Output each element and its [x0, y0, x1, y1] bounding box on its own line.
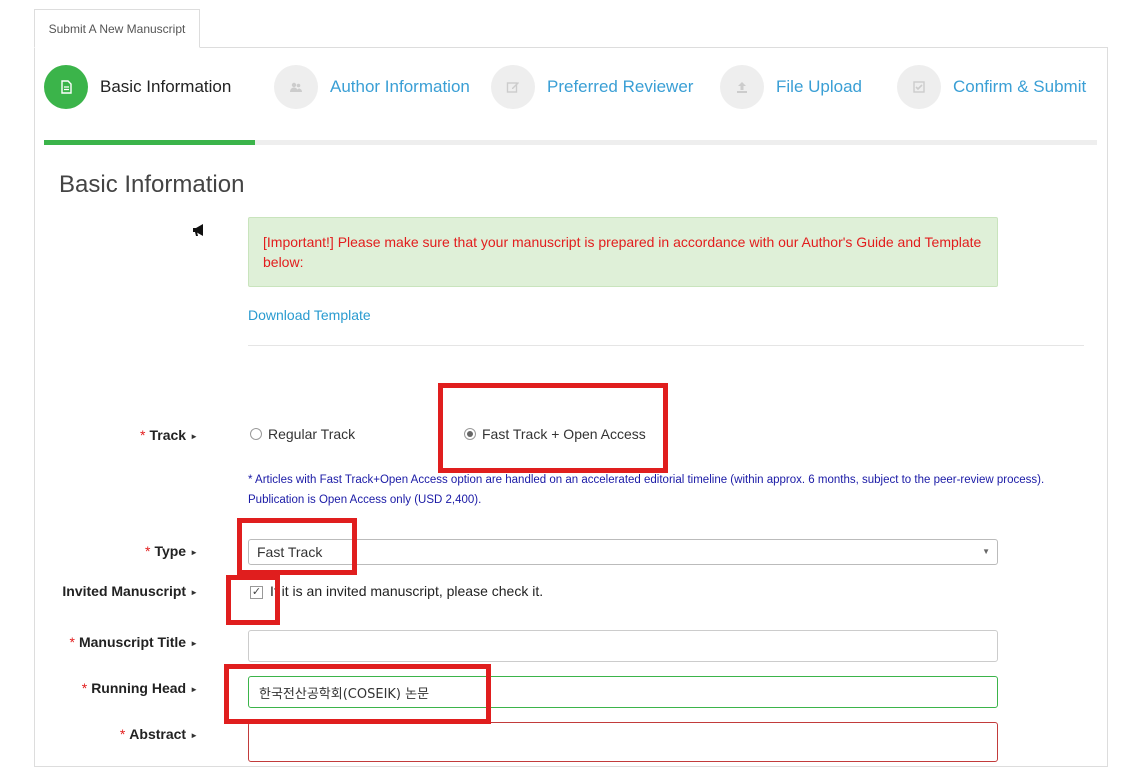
- abstract-label: * Abstract ►: [119, 726, 198, 742]
- upload-icon: [720, 65, 764, 109]
- step-preferred-reviewer[interactable]: Preferred Reviewer: [491, 65, 693, 109]
- manuscript-title-input[interactable]: [248, 630, 998, 662]
- checkbox-icon: [897, 65, 941, 109]
- radio-label: Fast Track + Open Access: [482, 426, 646, 442]
- edit-icon: [491, 65, 535, 109]
- invited-manuscript-label: Invited Manuscript ►: [62, 583, 198, 599]
- step-label: Confirm & Submit: [953, 77, 1087, 96]
- step-confirm-submit[interactable]: Confirm & Submit: [897, 65, 1086, 109]
- radio-fast-track-open-access[interactable]: Fast Track + Open Access: [464, 426, 646, 442]
- manuscript-title-label: * Manuscript Title ►: [69, 634, 198, 650]
- running-head-label: * Running Head ►: [81, 680, 198, 696]
- step-basic-information[interactable]: Basic Information: [44, 65, 231, 109]
- running-head-input[interactable]: [248, 676, 998, 708]
- abstract-textarea[interactable]: [248, 722, 998, 762]
- tab-submit-new-manuscript[interactable]: Submit A New Manuscript: [34, 9, 200, 48]
- type-label: * Type ►: [144, 543, 198, 559]
- radio-regular-track[interactable]: Regular Track: [250, 426, 355, 442]
- chevron-down-icon: ▼: [982, 547, 990, 556]
- step-label: File Upload: [776, 77, 862, 96]
- step-file-upload[interactable]: File Upload: [720, 65, 862, 109]
- track-label: * Track ►: [140, 427, 198, 443]
- users-icon: [274, 65, 318, 109]
- invited-manuscript-hint: If it is an invited manuscript, please c…: [270, 583, 544, 599]
- step-label: Author Information: [330, 77, 470, 96]
- radio-button[interactable]: [464, 428, 476, 440]
- step-label: Preferred Reviewer: [547, 77, 694, 96]
- invited-manuscript-checkbox[interactable]: ✓: [250, 586, 263, 599]
- megaphone-icon: [193, 224, 203, 236]
- wizard-progress-bar: [44, 140, 1097, 145]
- type-select-value: Fast Track: [257, 544, 323, 560]
- type-select[interactable]: Fast Track ▼: [248, 539, 998, 565]
- radio-button[interactable]: [250, 428, 262, 440]
- step-label: Basic Information: [100, 77, 232, 96]
- step-author-information[interactable]: Author Information: [274, 65, 470, 109]
- document-icon: [44, 65, 88, 109]
- download-template-link[interactable]: Download Template: [248, 307, 371, 323]
- wizard-progress-fill: [44, 140, 255, 145]
- radio-label: Regular Track: [268, 426, 356, 442]
- track-note: * Articles with Fast Track+Open Access o…: [248, 474, 1045, 506]
- divider: [248, 345, 1084, 346]
- important-notice: [Important!] Please make sure that your …: [248, 217, 998, 287]
- section-title: Basic Information: [59, 171, 245, 198]
